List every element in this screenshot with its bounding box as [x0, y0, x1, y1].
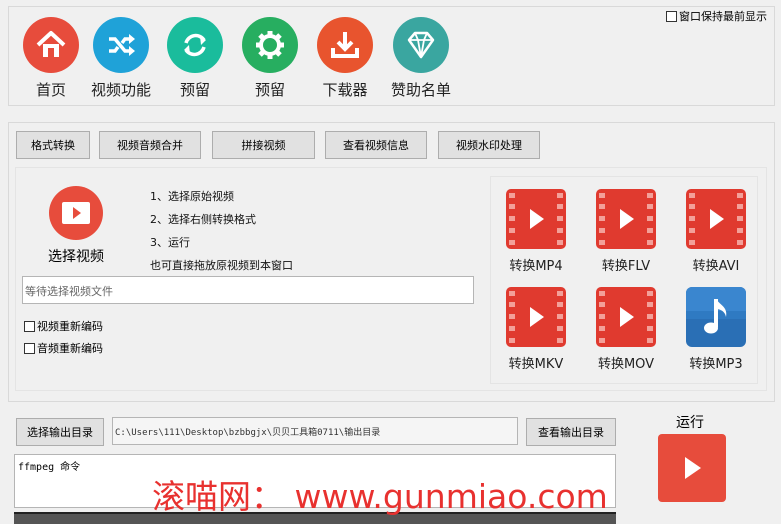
nav-sponsors[interactable]: 赞助名单 [381, 17, 461, 100]
convert-label: 转换FLV [601, 259, 651, 274]
download-icon [317, 17, 373, 73]
film-icon [596, 189, 656, 249]
nav-label: 赞助名单 [390, 81, 451, 99]
option-label: 视频重新编码 [37, 320, 103, 333]
select-video-label: 选择视频 [48, 249, 104, 265]
tab-format-convert[interactable]: 格式转换 [16, 131, 90, 159]
convert-label: 转换MKV [508, 357, 564, 372]
convert-label: 转换MP4 [509, 259, 563, 274]
converter-grid: 转换MP4 转换FLV 转换AVI 转换MKV 转换MOV 转换MP3 [490, 176, 758, 384]
nav-label: 首页 [35, 81, 66, 99]
watermark-text: 滚喵网： www.gunmiao.com [152, 477, 608, 516]
nav-label: 预留 [254, 81, 285, 99]
gear-icon [242, 17, 298, 73]
output-path-field[interactable]: C:\Users\111\Desktop\bzbbgjx\贝贝工具箱0711\输… [112, 417, 518, 445]
run-button[interactable] [658, 434, 726, 502]
checkbox-box[interactable] [24, 342, 35, 354]
nav-label: 视频功能 [90, 81, 151, 99]
nav-video-features[interactable]: 视频功能 [81, 17, 161, 100]
nav-home[interactable]: 首页 [11, 17, 91, 100]
nav-label: 预留 [179, 81, 210, 99]
convert-avi-button[interactable]: 转换AVI [677, 189, 755, 274]
play-icon [49, 186, 103, 240]
convert-flv-button[interactable]: 转换FLV [587, 189, 665, 274]
convert-mp3-button[interactable]: 转换MP3 [677, 287, 755, 372]
convert-label: 转换MP3 [689, 357, 743, 372]
film-icon [506, 189, 566, 249]
convert-mp4-button[interactable]: 转换MP4 [497, 189, 575, 274]
nav-reserved-1[interactable]: 预留 [155, 17, 235, 100]
instruction-step: 也可直接拖放原视频到本窗口 [150, 259, 293, 272]
select-output-dir-button[interactable]: 选择输出目录 [16, 418, 104, 446]
video-file-input[interactable]: 等待选择视频文件 [22, 276, 474, 304]
film-icon [506, 287, 566, 347]
keep-on-top-checkbox[interactable]: 窗口保持最前显示 [666, 8, 767, 24]
instruction-step: 2、选择右侧转换格式 [150, 213, 256, 226]
instruction-step: 3、运行 [150, 236, 190, 249]
convert-tab-content: 选择视频 1、选择原始视频 2、选择右侧转换格式 3、运行 也可直接拖放原视频到… [15, 167, 767, 391]
audio-reencode-checkbox[interactable]: 音频重新编码 [24, 340, 103, 356]
film-icon [596, 287, 656, 347]
top-nav-panel: 首页 视频功能 预留 预留 下载器 赞助名单 [8, 6, 775, 106]
view-output-dir-button[interactable]: 查看输出目录 [526, 418, 616, 446]
tab-concat-video[interactable]: 拼接视频 [212, 131, 315, 159]
convert-label: 转换MOV [597, 357, 655, 372]
format-convert-panel: 格式转换 视频音频合并 拼接视频 查看视频信息 视频水印处理 选择视频 1、选择… [8, 122, 775, 402]
checkbox-box[interactable] [24, 320, 35, 332]
music-note-icon [686, 287, 746, 347]
video-reencode-checkbox[interactable]: 视频重新编码 [24, 318, 103, 334]
diamond-icon [393, 17, 449, 73]
convert-mov-button[interactable]: 转换MOV [587, 287, 665, 372]
option-label: 音频重新编码 [37, 342, 103, 355]
select-video-button[interactable]: 选择视频 [36, 186, 116, 266]
nav-reserved-2[interactable]: 预留 [230, 17, 310, 100]
run-label: 运行 [676, 415, 704, 431]
film-icon [686, 189, 746, 249]
refresh-icon [167, 17, 223, 73]
tab-av-merge[interactable]: 视频音频合并 [99, 131, 201, 159]
keep-on-top-label: 窗口保持最前显示 [679, 10, 767, 23]
shuffle-icon [93, 17, 149, 73]
checkbox-box[interactable] [666, 10, 677, 22]
home-icon [23, 17, 79, 73]
convert-label: 转换AVI [692, 259, 740, 274]
nav-label: 下载器 [322, 81, 368, 99]
instruction-step: 1、选择原始视频 [150, 190, 234, 203]
nav-downloader[interactable]: 下载器 [305, 17, 385, 100]
tab-video-info[interactable]: 查看视频信息 [325, 131, 427, 159]
tab-watermark[interactable]: 视频水印处理 [438, 131, 540, 159]
play-icon [685, 457, 701, 479]
convert-mkv-button[interactable]: 转换MKV [497, 287, 575, 372]
